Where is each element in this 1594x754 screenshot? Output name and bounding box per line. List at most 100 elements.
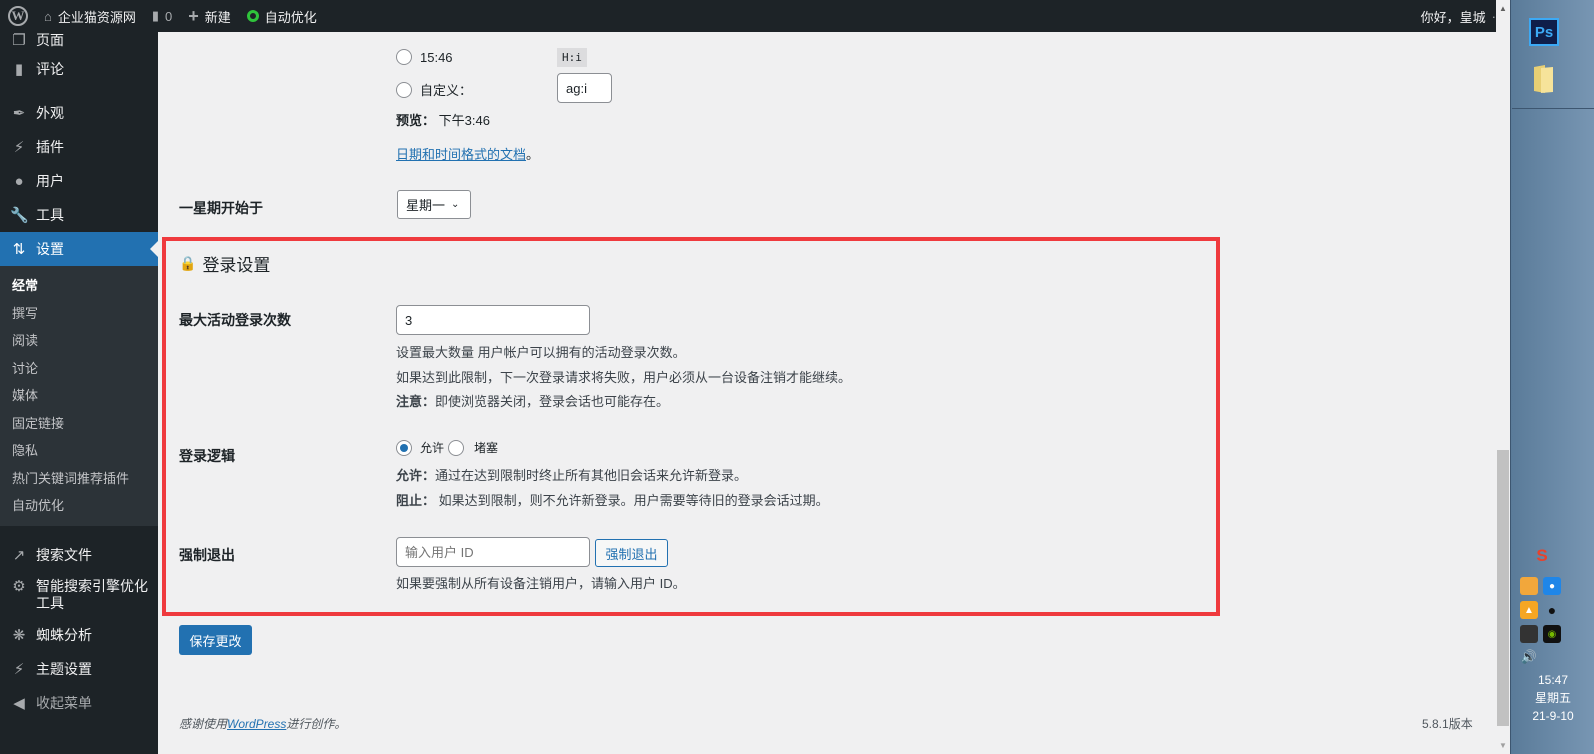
sidebar-item-plugins[interactable]: ⚡ 插件 <box>0 130 158 164</box>
volume-icon[interactable]: 🔊 <box>1520 648 1538 666</box>
time-format-custom-radio[interactable] <box>396 81 412 98</box>
submenu-item-media[interactable]: 媒体 <box>0 382 158 410</box>
time-format-option-label: 15:46 <box>420 49 453 65</box>
scroll-up-arrow-icon[interactable]: ▲ <box>1499 4 1507 13</box>
block-desc-text: 如果达到限制，则不允许新登录。用户需要等待旧的登录会话过期。 <box>435 493 829 508</box>
settings-sliders-icon: ⇅ <box>12 241 26 258</box>
logic-block-desc: 阻止： 如果达到限制，则不允许新登录。用户需要等待旧的登录会话过期。 <box>396 490 829 509</box>
login-logic-label: 登录逻辑 <box>179 448 235 464</box>
security-shield-icon[interactable]: ▲ <box>1520 601 1538 619</box>
max-sessions-desc-2: 如果达到此限制，下一次登录请求将失败，用户必须从一台设备注销才能继续。 <box>396 370 852 385</box>
time-format-code: H:i <box>557 48 587 67</box>
seo-icon: ⚙ <box>12 577 26 595</box>
comments-count: 0 <box>165 8 173 24</box>
sidebar-item-label: 用户 <box>36 173 64 189</box>
submenu-item-permalinks[interactable]: 固定链接 <box>0 410 158 438</box>
page-scrollbar[interactable]: ▲ ▼ <box>1496 0 1510 754</box>
new-content-menu[interactable]: + 新建 <box>180 0 239 32</box>
site-name: 企业猫资源网 <box>57 9 136 25</box>
logic-allow-radio[interactable] <box>396 439 412 456</box>
max-sessions-desc-1: 设置最大数量 用户帐户可以拥有的活动登录次数。 <box>396 345 686 360</box>
max-sessions-input[interactable]: 3 <box>396 305 590 335</box>
force-logout-desc: 如果要强制从所有设备注销用户，请输入用户 ID。 <box>396 576 686 591</box>
chevron-down-icon: ⌄ <box>451 199 460 210</box>
wrench-icon: 🔧 <box>10 207 29 224</box>
taskbar-date[interactable]: 21-9-10 <box>1511 708 1594 724</box>
wordpress-link[interactable]: WordPress <box>227 717 286 731</box>
network-icon[interactable] <box>1520 625 1538 643</box>
new-label: 新建 <box>204 9 231 25</box>
autoopt-label: 自动优化 <box>264 9 317 25</box>
nvidia-icon[interactable]: ◉ <box>1543 625 1561 643</box>
submenu-item-privacy[interactable]: 隐私 <box>0 437 158 465</box>
preview-label: 预览： <box>396 113 436 128</box>
admin-sidebar: ❐ 页面 ▮ 评论 ✒ 外观 ⚡ 插件 ● 用户 🔧 工具 ⇅ 设置 经常 撰写 阅读 讨论 … <box>0 32 158 754</box>
qq-penguin-icon[interactable]: ● <box>1543 601 1561 619</box>
logic-allow-desc: 允许：通过在达到限制时终止所有其他旧会话来允许新登录。 <box>396 465 747 484</box>
sidebar-item-search-files[interactable]: ↗ 搜索文件 <box>0 538 158 572</box>
submenu-item-writing[interactable]: 撰写 <box>0 300 158 328</box>
date-time-doc: 日期和时间格式的文档。 <box>396 144 539 163</box>
sidebar-item-label: 主题设置 <box>36 660 92 677</box>
autoopt-menu[interactable]: 自动优化 <box>239 0 325 32</box>
time-format-radio[interactable] <box>396 49 412 65</box>
sidebar-item-spider[interactable]: ❋ 蜘蛛分析 <box>0 618 158 652</box>
max-sessions-note: 注意：即使浏览器关闭，登录会话也可能存在。 <box>396 391 669 410</box>
logic-allow-label[interactable]: 允许 <box>420 439 444 456</box>
sidebar-item-label: 设置 <box>36 241 64 257</box>
login-settings-heading: 🔒 登录设置 <box>179 251 270 276</box>
sidebar-item-label: 外观 <box>36 105 64 121</box>
scrollbar-thumb[interactable] <box>1497 450 1509 726</box>
sidebar-item-users[interactable]: ● 用户 <box>0 164 158 198</box>
app-window-icon[interactable] <box>1520 577 1538 595</box>
taskbar-time[interactable]: 15:47 <box>1511 672 1594 688</box>
preview-value: 下午3:46 <box>438 113 490 128</box>
highlight-box <box>162 237 1220 616</box>
home-icon: ⌂ <box>44 8 52 24</box>
sogou-icon[interactable]: S <box>1533 546 1551 565</box>
time-format-custom[interactable]: 自定义： <box>396 80 472 99</box>
logic-block-radio[interactable] <box>448 439 465 456</box>
folder-icon[interactable] <box>1528 64 1558 94</box>
sidebar-item-theme[interactable]: ⚡ 主题设置 <box>0 652 158 686</box>
sidebar-item-label: 工具 <box>36 207 64 223</box>
sidebar-item-settings[interactable]: ⇅ 设置 <box>0 232 158 266</box>
submenu-item-general[interactable]: 经常 <box>0 272 158 300</box>
footer-thanks: 感谢使用WordPress进行创作。 <box>179 715 346 732</box>
sidebar-item-label: 页面 <box>36 32 64 48</box>
submenu-item-hot-keywords[interactable]: 热门关键词推荐插件 <box>0 465 158 493</box>
force-logout-button[interactable]: 强制退出 <box>595 539 668 567</box>
sidebar-item-tools[interactable]: 🔧 工具 <box>0 198 158 232</box>
taskbar-weekday[interactable]: 星期五 <box>1511 690 1594 706</box>
logic-block-label[interactable]: 堵塞 <box>474 439 498 456</box>
sidebar-item-pages[interactable]: ❐ 页面 <box>0 28 158 52</box>
photoshop-icon[interactable]: Ps <box>1529 18 1559 46</box>
force-logout-label: 强制退出 <box>179 547 235 563</box>
time-format-option[interactable]: 15:46 <box>396 49 453 65</box>
sidebar-item-label: 评论 <box>36 61 64 77</box>
footer-thanks-suffix: 进行创作。 <box>286 717 347 731</box>
sidebar-item-comments[interactable]: ▮ 评论 <box>0 52 158 86</box>
sidebar-item-label: 智能搜索引擎优化工具 <box>36 577 148 611</box>
sidebar-item-label: 收起菜单 <box>36 694 92 711</box>
allow-desc-label: 允许： <box>396 468 436 483</box>
submenu-item-discussion[interactable]: 讨论 <box>0 355 158 383</box>
sidebar-item-label: 插件 <box>36 139 64 155</box>
collapse-arrow-icon: ◀ <box>13 694 25 712</box>
submenu-item-reading[interactable]: 阅读 <box>0 327 158 355</box>
custom-time-format-input[interactable]: ag:i <box>557 73 612 103</box>
sidebar-item-appearance[interactable]: ✒ 外观 <box>0 96 158 130</box>
submenu-item-autoopt[interactable]: 自动优化 <box>0 492 158 520</box>
footer-thanks-prefix: 感谢使用 <box>179 717 228 731</box>
sidebar-item-seo-tool[interactable]: ⚙ 智能搜索引擎优化工具 <box>0 572 158 618</box>
user-id-input[interactable] <box>396 537 590 567</box>
user-icon: ● <box>14 172 24 190</box>
week-start-select[interactable]: 星期一 ⌄ <box>397 190 471 219</box>
date-time-doc-link[interactable]: 日期和时间格式的文档 <box>396 147 526 162</box>
pages-icon: ❐ <box>12 32 26 49</box>
scroll-down-arrow-icon[interactable]: ▼ <box>1499 741 1507 750</box>
wordpress-logo-icon: W <box>8 6 28 26</box>
collapse-menu-button[interactable]: ◀ 收起菜单 <box>0 686 158 720</box>
save-changes-button[interactable]: 保存更改 <box>179 625 252 655</box>
cloud-app-icon[interactable]: ● <box>1543 577 1561 595</box>
